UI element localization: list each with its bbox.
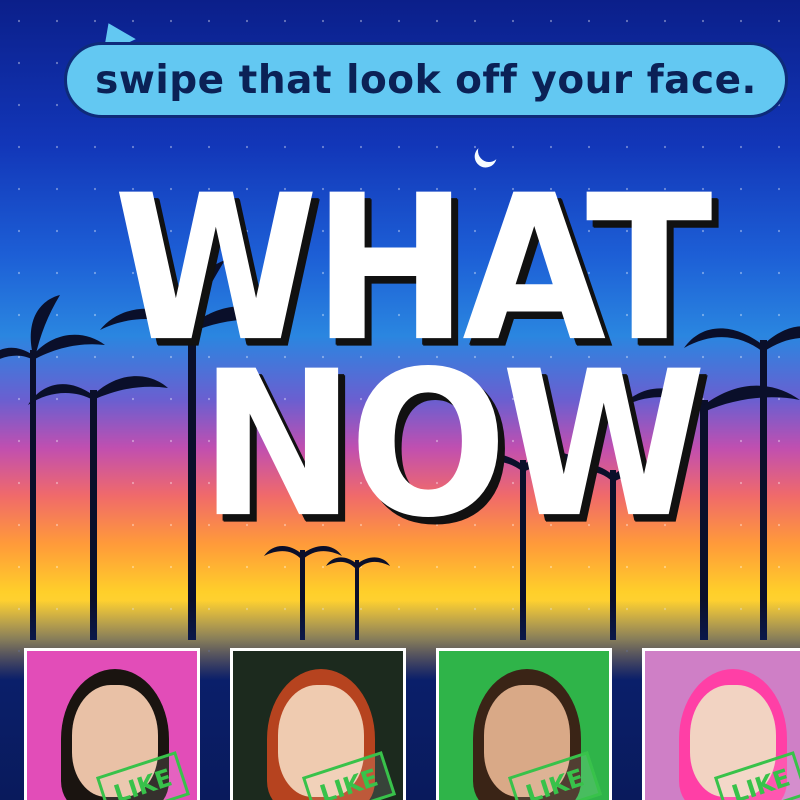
profile-card: LIKE (642, 648, 800, 800)
profile-cards-row: LIKE LIKE LIKE LIKE (18, 648, 800, 800)
tagline: swipe that look off your face. (95, 57, 757, 103)
profile-card: LIKE (230, 648, 406, 800)
speech-bubble: swipe that look off your face. (64, 42, 788, 118)
profile-card: LIKE (436, 648, 612, 800)
movie-poster: swipe that look off your face. WHAT NOW … (0, 0, 800, 800)
title-now: NOW (199, 327, 707, 562)
profile-card: LIKE (24, 648, 200, 800)
